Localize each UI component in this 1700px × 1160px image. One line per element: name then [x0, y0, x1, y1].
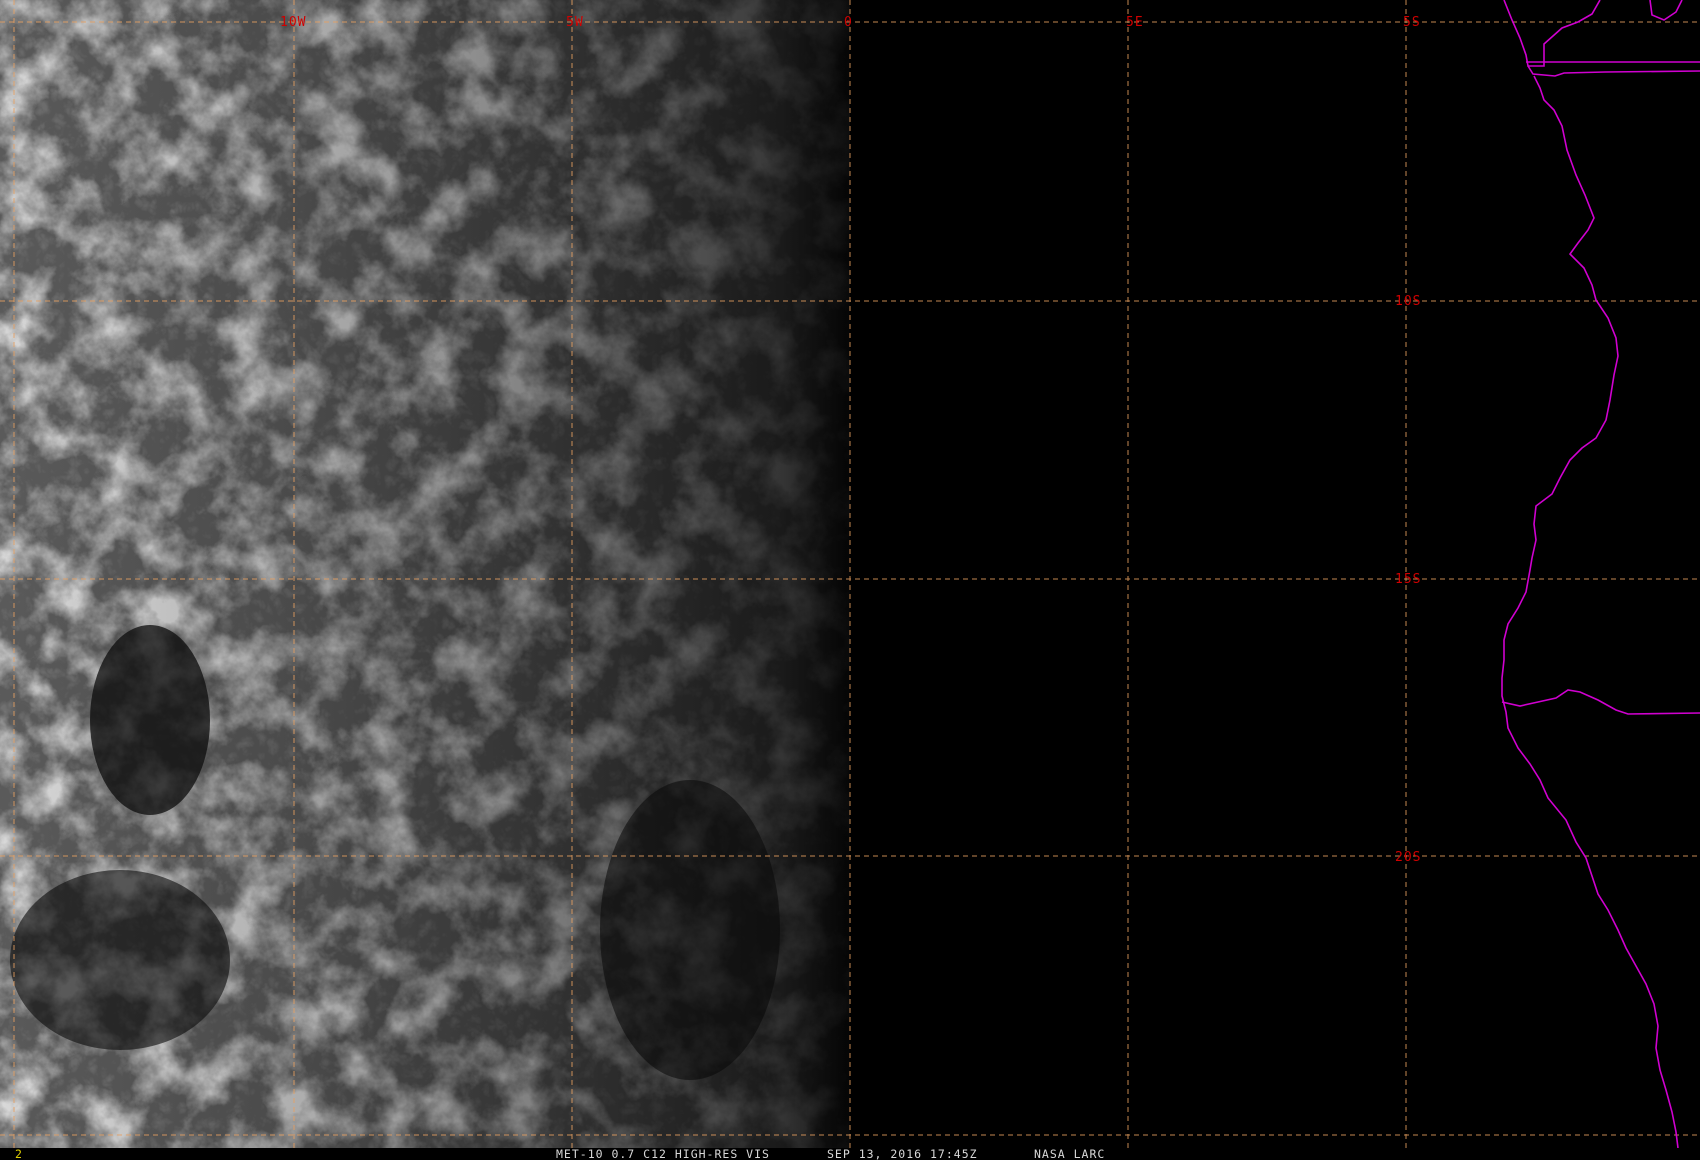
frame-number: 2: [15, 1147, 23, 1160]
caption-datetime: SEP 13, 2016 17:45Z: [827, 1147, 978, 1160]
caption-source: NASA LARC: [1034, 1147, 1105, 1160]
caption-product: MET-10 0.7 C12 HIGH-RES VIS: [556, 1147, 770, 1160]
lon-label-5e: 5E: [1126, 15, 1144, 30]
lat-label-15s: 15S: [1395, 572, 1421, 587]
lon-label-5w: 5W: [566, 15, 584, 30]
lat-label-10s: 10S: [1395, 294, 1421, 309]
lon-label-0: 0: [844, 15, 853, 30]
lat-label-5s: 5S: [1403, 15, 1421, 30]
cloud-field: [0, 0, 850, 1148]
satellite-map: 10W 5W 0 5E 5S 10S 15S 20S 2 MET-10 0.7 …: [0, 0, 1700, 1160]
lat-label-20s: 20S: [1395, 850, 1421, 865]
lon-label-10w: 10W: [280, 15, 306, 30]
